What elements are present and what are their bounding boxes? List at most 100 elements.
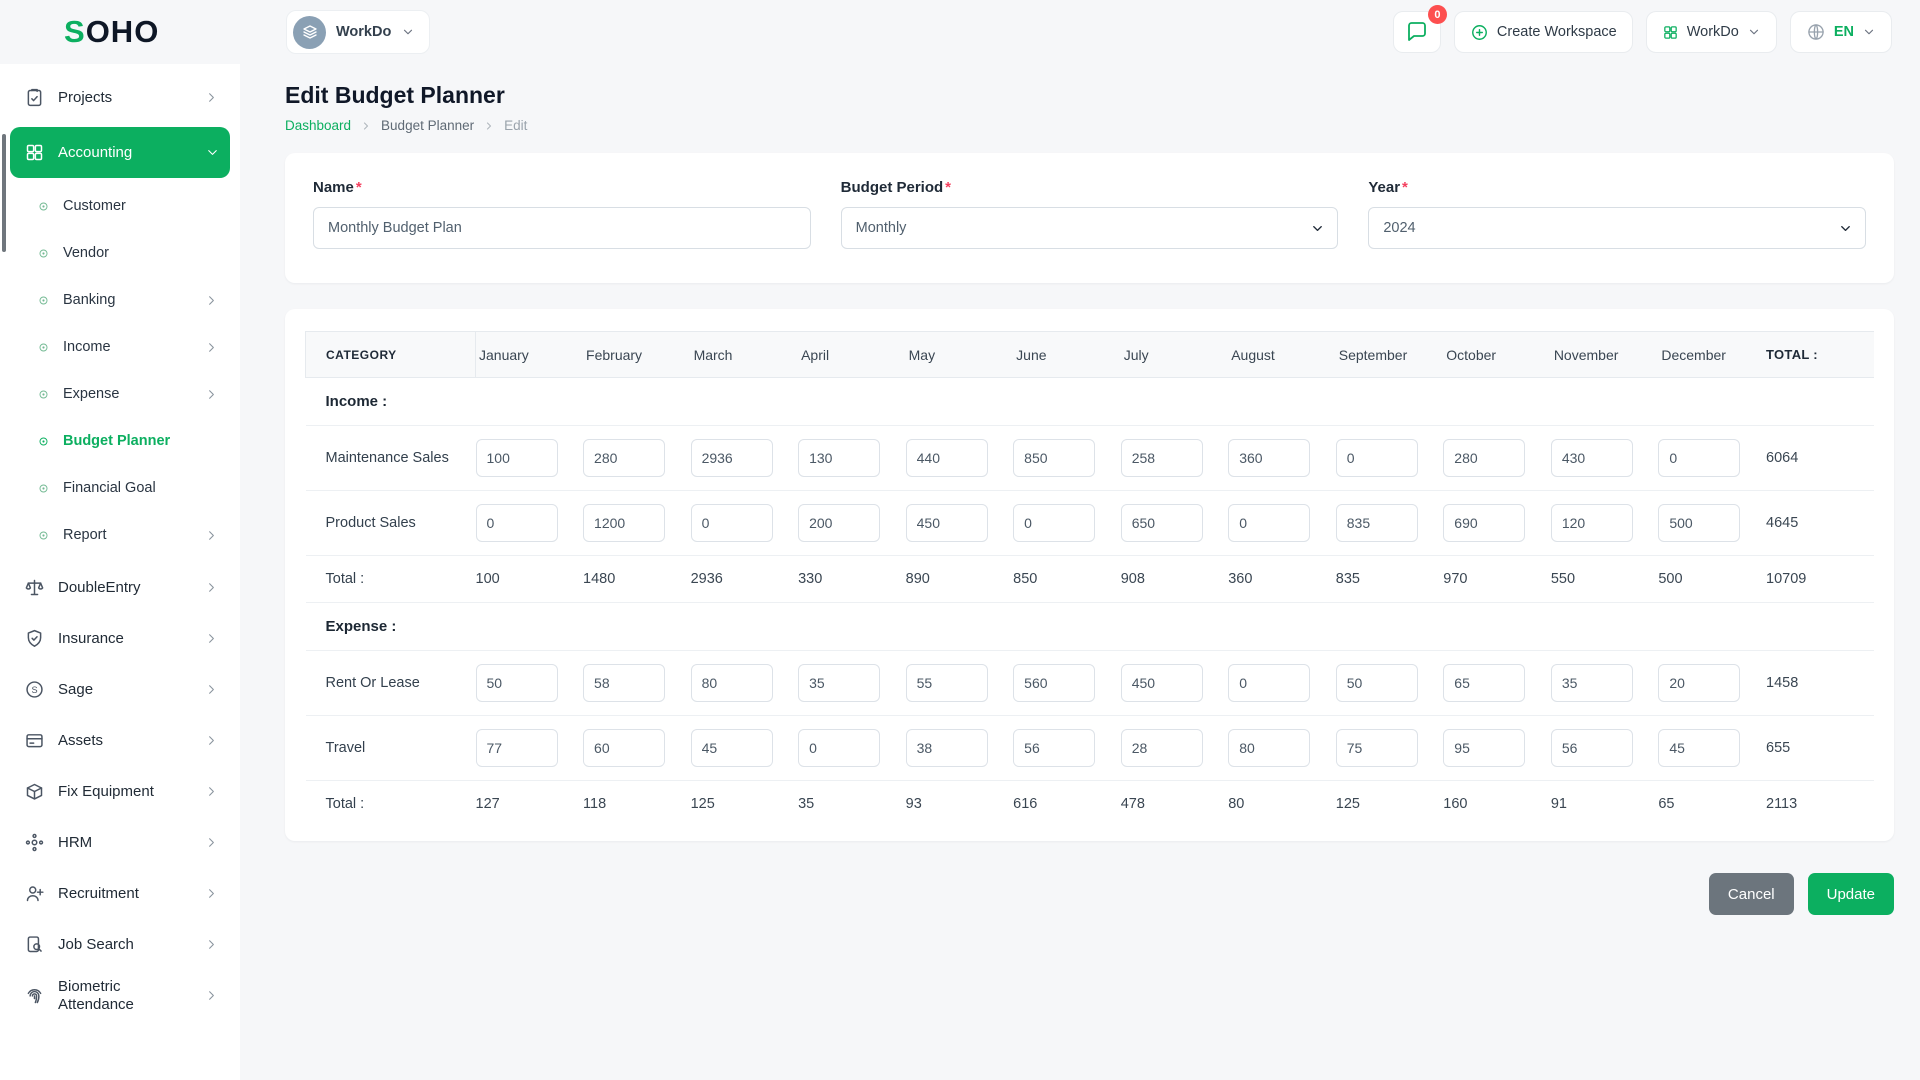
travel-february-input[interactable] (583, 729, 665, 767)
breadcrumb-dashboard-link[interactable]: Dashboard (285, 118, 351, 133)
rent-or-lease-april-input[interactable] (798, 664, 880, 702)
maintenance-sales-march-input[interactable] (691, 439, 773, 477)
product-sales-june-input[interactable] (1013, 504, 1095, 542)
svg-text:S: S (31, 684, 37, 694)
product-sales-august-input[interactable] (1228, 504, 1310, 542)
language-button[interactable]: EN (1790, 11, 1892, 53)
sidebar-item-fix-equipment[interactable]: Fix Equipment (10, 766, 230, 817)
sidebar-item-doubleentry[interactable]: DoubleEntry (10, 562, 230, 613)
chevron-right-icon (204, 886, 219, 901)
maintenance-sales-june-input[interactable] (1013, 439, 1095, 477)
workspace-selector[interactable]: WorkDo (286, 10, 430, 54)
update-button[interactable]: Update (1808, 873, 1894, 915)
travel-may-input[interactable] (906, 729, 988, 767)
rent-or-lease-september-input[interactable] (1336, 664, 1418, 702)
sidebar-item-job-search[interactable]: Job Search (10, 919, 230, 970)
messages-button[interactable]: 0 (1393, 11, 1441, 53)
maintenance-sales-february-input[interactable] (583, 439, 665, 477)
product-sales-october-input[interactable] (1443, 504, 1525, 542)
budget-form-card: Name* Budget Period* Monthly Year* 2024 (285, 153, 1894, 283)
grid-icon (24, 142, 45, 163)
sidebar-item-assets[interactable]: Assets (10, 715, 230, 766)
category-header: CATEGORY (306, 332, 476, 378)
travel-september-input[interactable] (1336, 729, 1418, 767)
sidebar-item-label: Projects (58, 89, 112, 107)
rent-or-lease-march-input[interactable] (691, 664, 773, 702)
maintenance-sales-january-input[interactable] (476, 439, 558, 477)
product-sales-december-input[interactable] (1658, 504, 1740, 542)
maintenance-sales-december-input[interactable] (1658, 439, 1740, 477)
doc-search-icon (24, 934, 45, 955)
sidebar-item-recruitment[interactable]: Recruitment (10, 868, 230, 919)
rent-or-lease-february-input[interactable] (583, 664, 665, 702)
maintenance-sales-april-input[interactable] (798, 439, 880, 477)
chevron-down-icon (1862, 25, 1876, 39)
maintenance-sales-july-input[interactable] (1121, 439, 1203, 477)
workdo-menu-button[interactable]: WorkDo (1646, 11, 1777, 53)
sidebar-item-sage[interactable]: S Sage (10, 664, 230, 715)
sidebar-item-label: Sage (58, 681, 93, 699)
travel-october-input[interactable] (1443, 729, 1525, 767)
maintenance-sales-september-input[interactable] (1336, 439, 1418, 477)
sidebar-item-budget-planner[interactable]: Budget Planner (10, 418, 230, 465)
chevron-down-icon (1747, 25, 1761, 39)
product-sales-november-input[interactable] (1551, 504, 1633, 542)
sidebar-item-accounting[interactable]: Accounting (10, 127, 230, 178)
maintenance-sales-october-input[interactable] (1443, 439, 1525, 477)
sidebar: ProjectsAccountingCustomerVendorBankingI… (0, 64, 240, 1080)
travel-april-input[interactable] (798, 729, 880, 767)
create-workspace-label: Create Workspace (1497, 24, 1617, 40)
sidebar-item-income[interactable]: Income (10, 324, 230, 371)
sidebar-item-label: Job Search (58, 936, 134, 954)
sidebar-item-biometric-attendance[interactable]: Biometric Attendance (10, 970, 230, 1021)
maintenance-sales-may-input[interactable] (906, 439, 988, 477)
maintenance-sales-november-input[interactable] (1551, 439, 1633, 477)
sidebar-item-report[interactable]: Report (10, 512, 230, 559)
bullet-icon (37, 529, 50, 542)
travel-march-input[interactable] (691, 729, 773, 767)
travel-january-input[interactable] (476, 729, 558, 767)
rent-or-lease-june-input[interactable] (1013, 664, 1095, 702)
sidebar-item-banking[interactable]: Banking (10, 277, 230, 324)
travel-july-input[interactable] (1121, 729, 1203, 767)
rent-or-lease-may-input[interactable] (906, 664, 988, 702)
sidebar-item-hrm[interactable]: HRM (10, 817, 230, 868)
name-input[interactable] (313, 207, 811, 249)
product-sales-september-input[interactable] (1336, 504, 1418, 542)
sidebar-item-vendor[interactable]: Vendor (10, 230, 230, 277)
rent-or-lease-january-input[interactable] (476, 664, 558, 702)
year-select[interactable]: 2024 (1368, 207, 1866, 249)
column-total: 616 (1013, 781, 1121, 828)
sidebar-item-insurance[interactable]: Insurance (10, 613, 230, 664)
product-sales-july-input[interactable] (1121, 504, 1203, 542)
sidebar-scrollbar-thumb[interactable] (2, 134, 6, 252)
product-sales-february-input[interactable] (583, 504, 665, 542)
total-row-income: Total :100148029363308908509083608359705… (306, 556, 1875, 603)
product-sales-march-input[interactable] (691, 504, 773, 542)
rent-or-lease-august-input[interactable] (1228, 664, 1310, 702)
rent-or-lease-july-input[interactable] (1121, 664, 1203, 702)
chevron-right-icon (204, 631, 219, 646)
budget-period-select[interactable]: Monthly (841, 207, 1339, 249)
product-sales-april-input[interactable] (798, 504, 880, 542)
cancel-button[interactable]: Cancel (1709, 873, 1794, 915)
sidebar-item-financial-goal[interactable]: Financial Goal (10, 465, 230, 512)
messages-badge: 0 (1428, 5, 1447, 24)
rent-or-lease-december-input[interactable] (1658, 664, 1740, 702)
sidebar-item-label: Accounting (58, 144, 132, 162)
sidebar-item-customer[interactable]: Customer (10, 183, 230, 230)
travel-november-input[interactable] (1551, 729, 1633, 767)
travel-august-input[interactable] (1228, 729, 1310, 767)
sidebar-item-projects[interactable]: Projects (10, 72, 230, 123)
sidebar-item-expense[interactable]: Expense (10, 371, 230, 418)
rent-or-lease-october-input[interactable] (1443, 664, 1525, 702)
column-total: 65 (1658, 781, 1766, 828)
travel-december-input[interactable] (1658, 729, 1740, 767)
maintenance-sales-august-input[interactable] (1228, 439, 1310, 477)
create-workspace-button[interactable]: Create Workspace (1454, 11, 1633, 53)
product-sales-may-input[interactable] (906, 504, 988, 542)
travel-june-input[interactable] (1013, 729, 1095, 767)
product-sales-january-input[interactable] (476, 504, 558, 542)
breadcrumb-budget-planner-link[interactable]: Budget Planner (381, 118, 474, 133)
rent-or-lease-november-input[interactable] (1551, 664, 1633, 702)
